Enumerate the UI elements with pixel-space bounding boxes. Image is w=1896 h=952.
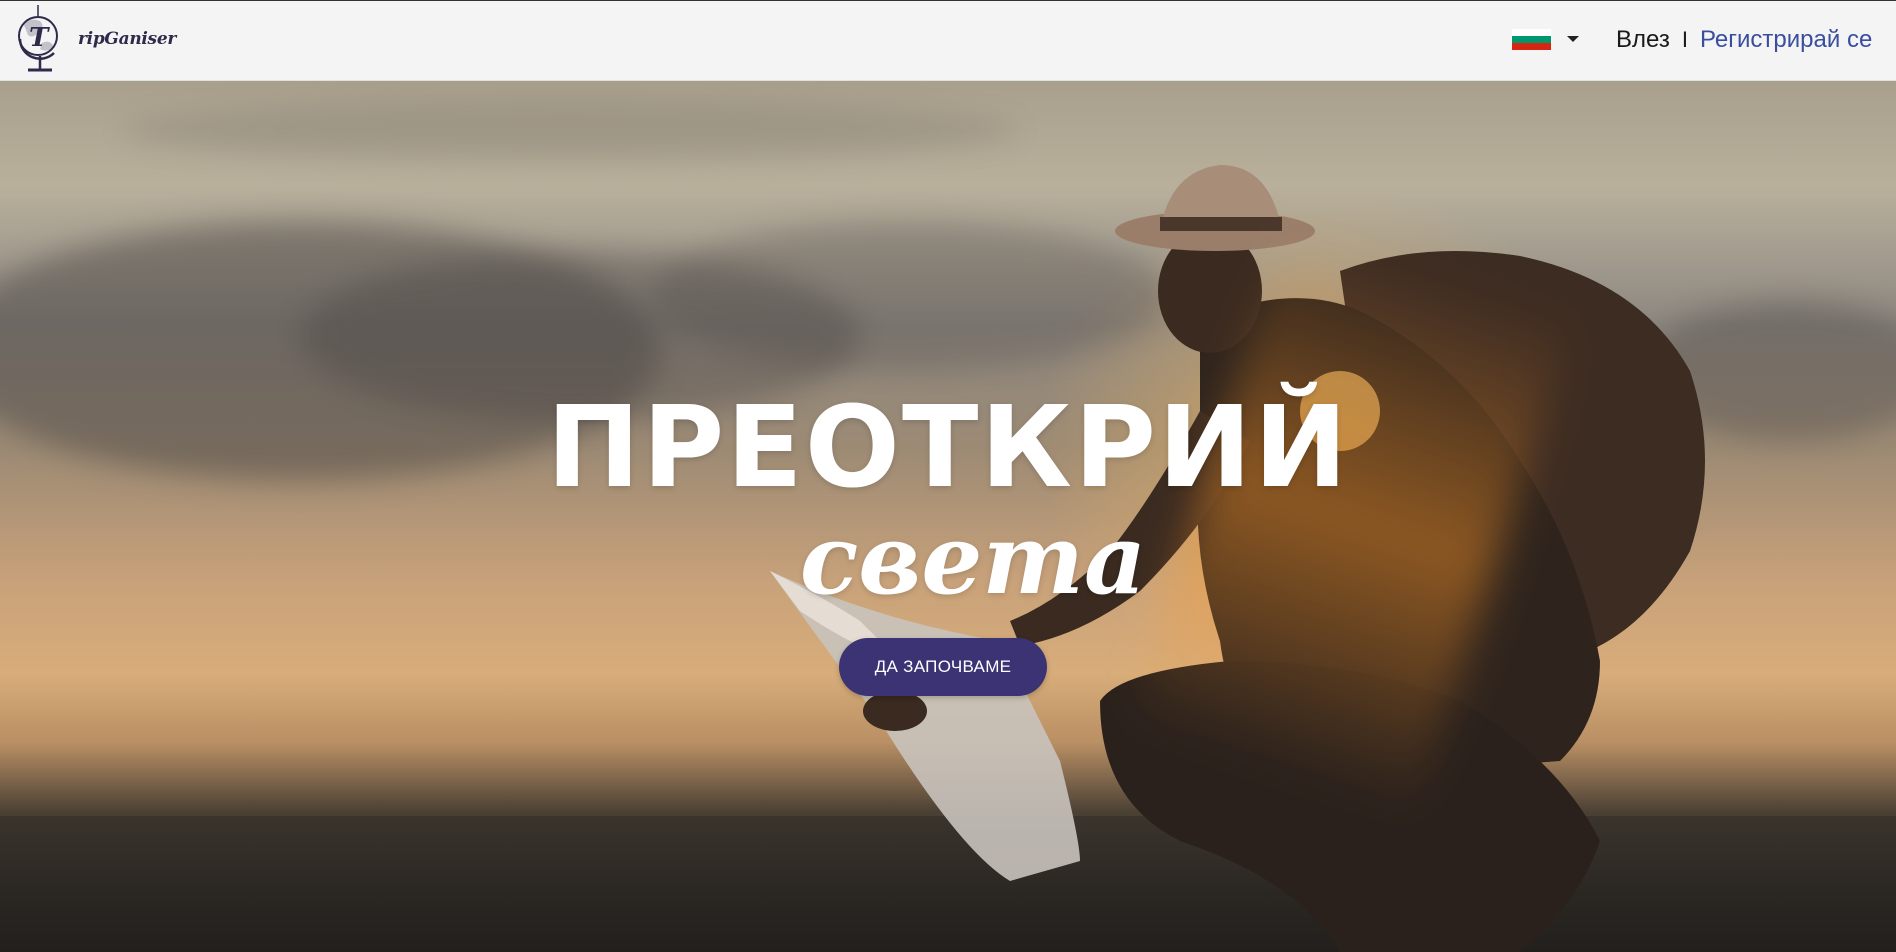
flag-stripe-white [1512, 28, 1551, 36]
svg-text:T: T [29, 23, 50, 53]
logo[interactable]: T ripGaniser [16, 3, 176, 79]
caret-down-icon [1567, 36, 1579, 42]
top-navbar: T ripGaniser Влез I Регистрирай се [0, 0, 1896, 81]
language-selector[interactable] [1512, 27, 1580, 51]
flag-stripe-green [1512, 35, 1551, 43]
hero-title: ПРЕОТКРИЙ [546, 383, 1350, 513]
logo-text: ripGaniser [78, 29, 176, 49]
hero-section: ПРЕОТКРИЙ света ДА ЗАПОЧВАМЕ [0, 81, 1896, 952]
get-started-button[interactable]: ДА ЗАПОЧВАМЕ [839, 638, 1047, 696]
globe-icon: T [18, 5, 58, 72]
auth-separator: I [1681, 27, 1688, 52]
bulgarian-flag-icon [1512, 28, 1551, 50]
auth-links: Влез I Регистрирай се [1616, 25, 1872, 55]
login-link[interactable]: Влез [1616, 26, 1670, 54]
register-link[interactable]: Регистрирай се [1700, 26, 1872, 54]
flag-stripe-red [1512, 42, 1551, 50]
hero-subtitle: света [799, 503, 1147, 616]
